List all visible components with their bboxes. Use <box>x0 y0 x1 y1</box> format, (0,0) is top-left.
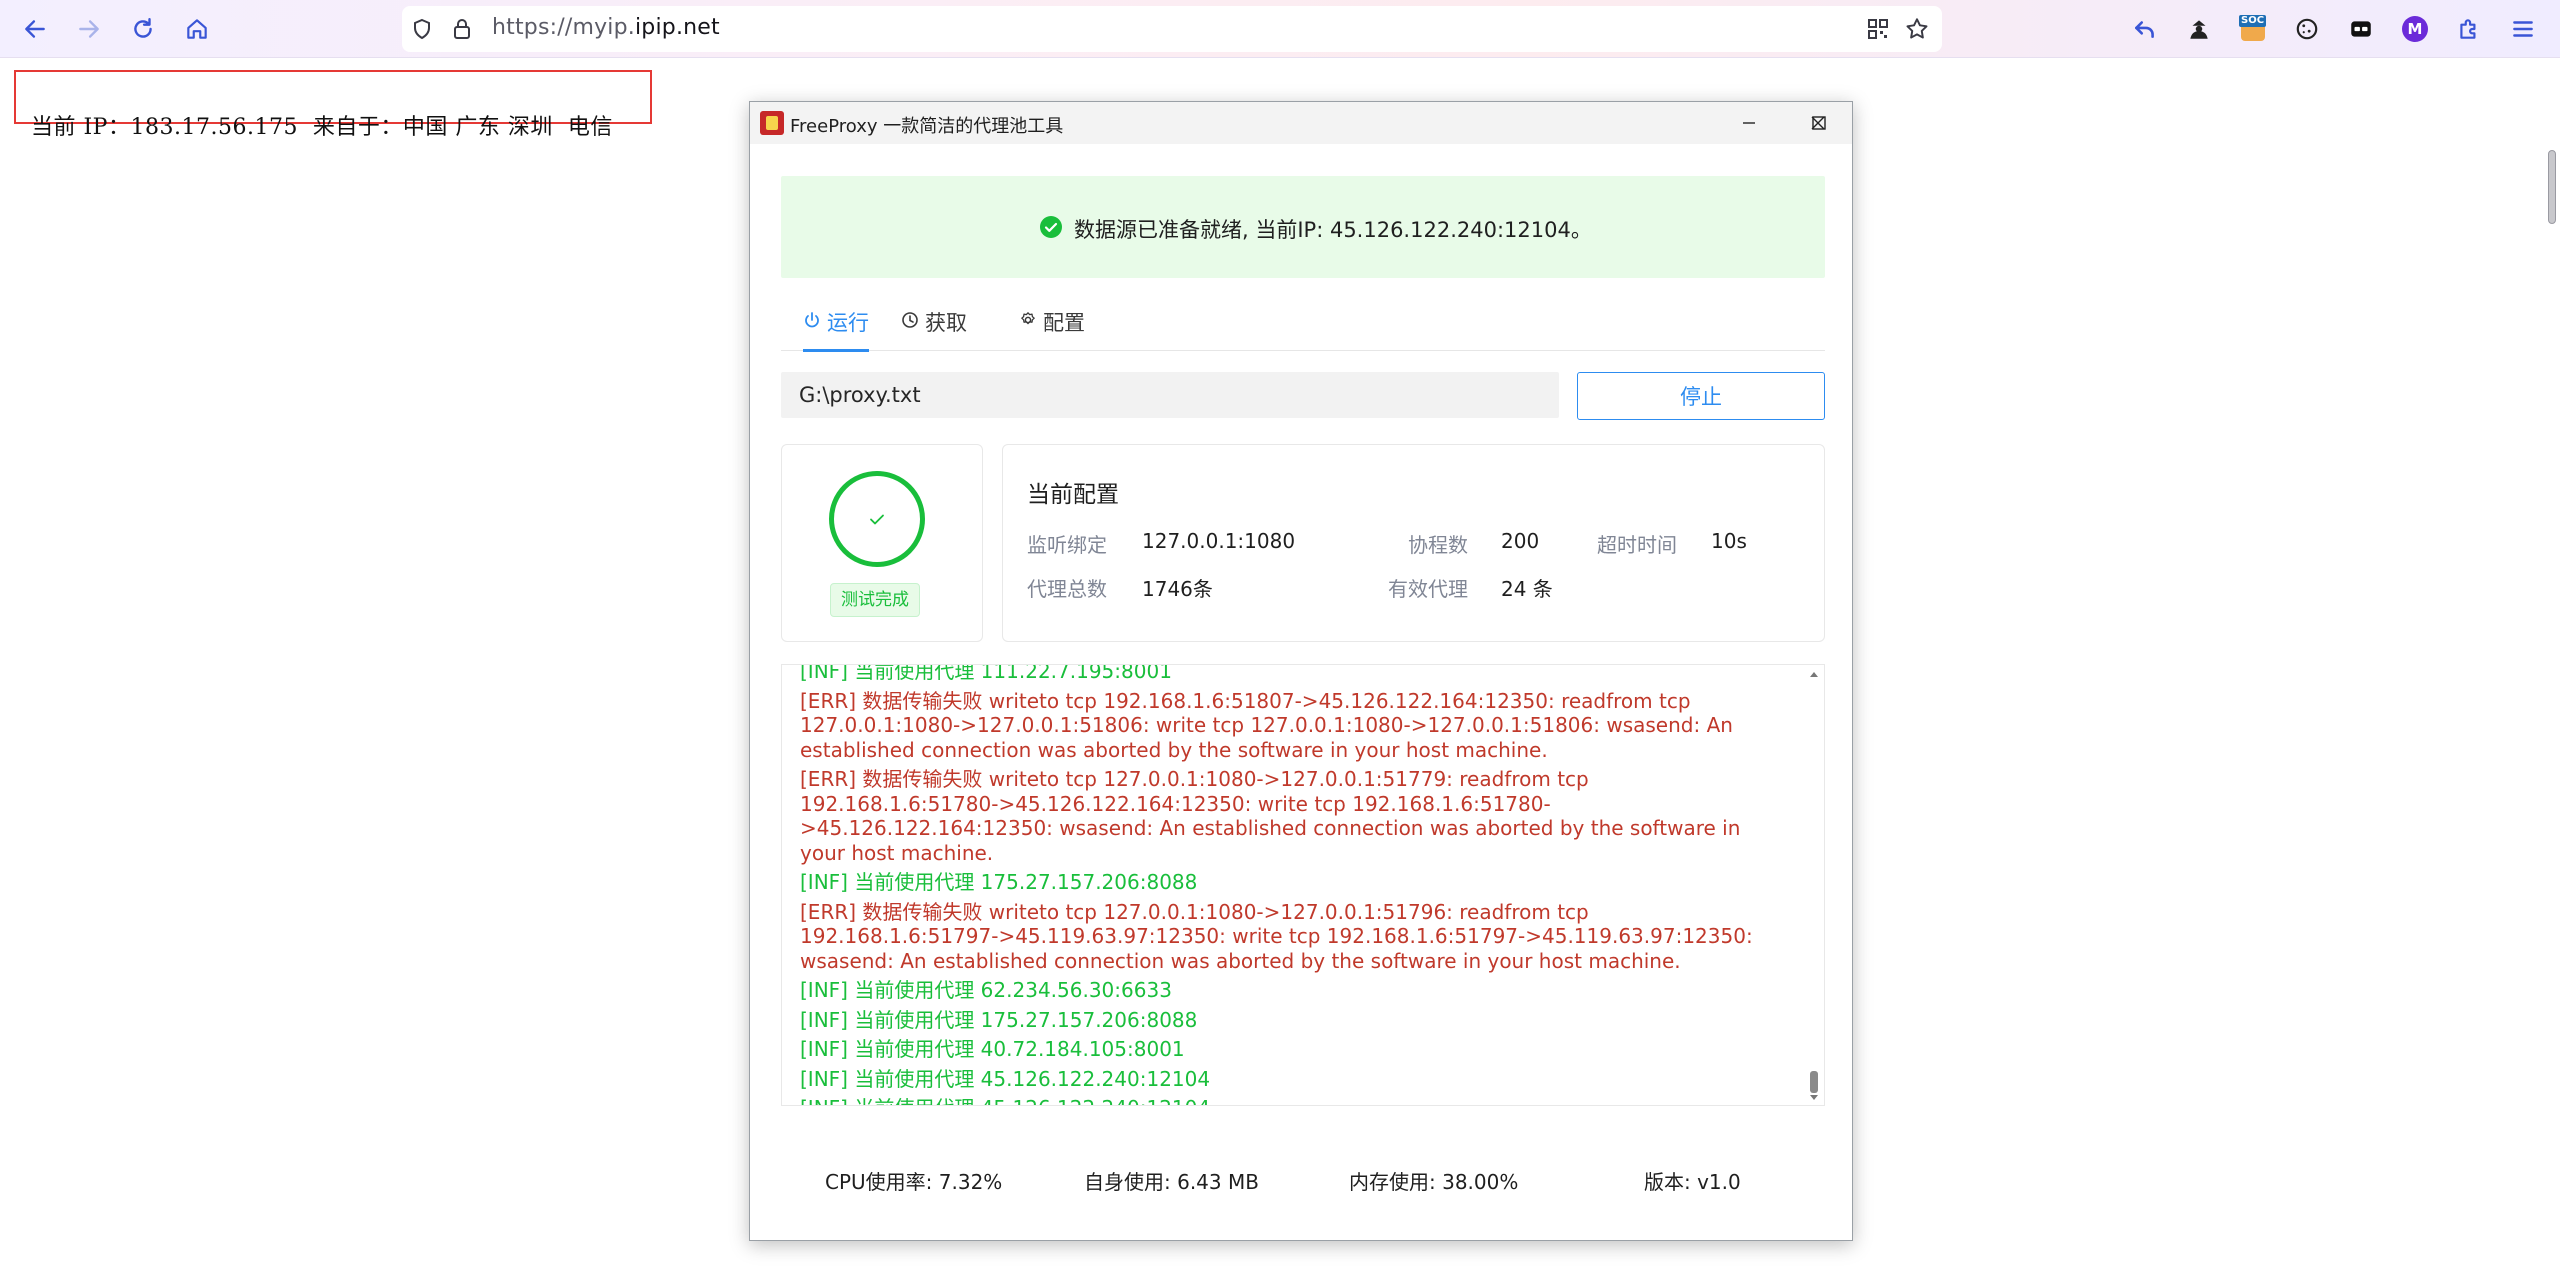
minimize-button[interactable] <box>1714 102 1784 144</box>
test-status-card: 测试完成 <box>781 444 983 642</box>
close-icon <box>1811 116 1825 130</box>
status-alert: 数据源已准备就绪, 当前IP: 45.126.122.240:12104。 <box>781 176 1825 278</box>
log-line: [INF] 当前使用代理 40.72.184.105:8001 <box>800 1037 1185 1061</box>
reload-button[interactable] <box>124 10 162 48</box>
tab-run[interactable]: 运行 <box>803 307 869 352</box>
valid-label: 有效代理 <box>1388 577 1468 601</box>
soc-extension-icon[interactable]: SOC <box>2236 12 2270 46</box>
log-line: [ERR] 数据传输失败 writeto tcp 192.168.1.6:518… <box>800 688 1733 762</box>
ip-info-text: 当前 IP：183.17.56.175 来自于：中国 广东 深圳 电信 <box>31 115 613 140</box>
home-button[interactable] <box>178 10 216 48</box>
home-icon <box>187 19 207 39</box>
cookie-extension-icon[interactable] <box>2290 12 2324 46</box>
memory-usage: 内存使用: 38.00% <box>1349 1170 1519 1194</box>
window-titlebar[interactable]: FreeProxy 一款简洁的代理池工具 <box>750 102 1852 144</box>
back-button[interactable] <box>16 10 54 48</box>
gear-icon <box>1021 312 1035 325</box>
shield-icon[interactable] <box>410 17 434 41</box>
forward-icon <box>79 20 99 38</box>
total-value: 1746条 <box>1142 577 1213 601</box>
url-text[interactable]: https://myip.ipip.net <box>492 15 720 40</box>
back-icon <box>25 20 45 38</box>
check-icon <box>870 514 884 525</box>
lock-icon[interactable] <box>450 17 474 41</box>
log-line: [INF] 当前使用代理 45.126.122.240:12104 <box>800 1066 1211 1091</box>
stop-button[interactable]: 停止 <box>1577 372 1825 420</box>
log-line: [INF] 当前使用代理 175.27.157.206:8088 <box>800 870 1198 894</box>
page-scrollbar-thumb[interactable] <box>2548 150 2556 224</box>
glasses-extension-icon[interactable] <box>2344 12 2378 46</box>
tab-config-label: 配置 <box>1043 311 1085 335</box>
tab-run-label: 运行 <box>827 311 869 335</box>
config-title: 当前配置 <box>1027 482 1119 508</box>
close-button[interactable] <box>1783 102 1853 144</box>
total-label: 代理总数 <box>1027 577 1107 601</box>
log-line: [ERR] 数据传输失败 writeto tcp 127.0.0.1:1080-… <box>800 899 1753 973</box>
ip-info-box: 当前 IP：183.17.56.175 来自于：中国 广东 深圳 电信 <box>14 70 652 140</box>
power-icon <box>805 312 819 328</box>
coroutines-value: 200 <box>1501 529 1540 553</box>
url-prefix: https://myip. <box>492 15 635 40</box>
forward-button[interactable] <box>70 10 108 48</box>
log-line: [ERR] 数据传输失败 writeto tcp 127.0.0.1:1080-… <box>800 767 1741 865</box>
browser-toolbar: https://myip.ipip.net SOC M <box>0 0 2560 58</box>
menu-hamburger-icon[interactable] <box>2506 12 2540 46</box>
url-domain: ipip.net <box>634 15 720 40</box>
log-line: [INF] 当前使用代理 45.126.122.240:12104 <box>800 1096 1790 1105</box>
tab-bar: 运行 获取 配置 <box>781 297 1825 352</box>
log-panel[interactable]: [INF] 当前使用代理 111.22.7.195:8001 [ERR] 数据传输… <box>781 664 1825 1106</box>
success-check-icon <box>1040 216 1062 238</box>
scroll-down-arrow-icon[interactable] <box>1808 1093 1820 1103</box>
log-line: [INF] 当前使用代理 62.234.56.30:6633 <box>800 978 1172 1002</box>
listen-value: 127.0.0.1:1080 <box>1142 529 1296 553</box>
qr-code-icon[interactable] <box>1866 17 1890 41</box>
current-config-card: 当前配置 监听绑定 127.0.0.1:1080 协程数 200 超时时间 10… <box>1002 444 1825 642</box>
log-list: [INF] 当前使用代理 111.22.7.195:8001 [ERR] 数据传输… <box>800 664 1790 1105</box>
spy-extension-icon[interactable] <box>2182 12 2216 46</box>
freeproxy-window: FreeProxy 一款简洁的代理池工具 数据源已准备就绪, 当前IP: 45.… <box>749 101 1853 1241</box>
app-logo-icon <box>760 111 784 135</box>
timeout-value: 10s <box>1711 529 1747 553</box>
scroll-up-arrow-icon[interactable] <box>1808 669 1820 679</box>
profile-avatar[interactable]: M <box>2398 12 2432 46</box>
profile-initial: M <box>2402 16 2428 42</box>
log-scrollbar-thumb[interactable] <box>1810 1071 1818 1093</box>
log-line: [INF] 当前使用代理 175.27.157.206:8088 <box>800 1007 1198 1032</box>
minimize-icon <box>1743 122 1755 124</box>
clock-icon <box>902 312 918 328</box>
valid-value: 24 条 <box>1501 577 1553 601</box>
status-tag: 测试完成 <box>830 583 920 617</box>
soc-badge: SOC <box>2239 15 2267 27</box>
log-line: [INF] 当前使用代理 111.22.7.195:8001 <box>800 664 1172 683</box>
alert-message: 数据源已准备就绪, 当前IP: 45.126.122.240:12104。 <box>1074 218 1592 242</box>
window-title: FreeProxy 一款简洁的代理池工具 <box>790 116 1064 137</box>
undo-extension-icon[interactable] <box>2128 12 2162 46</box>
self-memory-usage: 自身使用: 6.43 MB <box>1084 1170 1259 1194</box>
listen-label: 监听绑定 <box>1027 533 1107 557</box>
proxy-file-path-input[interactable]: G:\proxy.txt <box>781 372 1559 418</box>
cpu-usage: CPU使用率: 7.32% <box>825 1170 1003 1194</box>
tab-fetch[interactable]: 获取 <box>901 307 967 351</box>
bookmark-star-icon[interactable] <box>1904 16 1930 42</box>
url-bar[interactable]: https://myip.ipip.net <box>402 6 1942 52</box>
tab-config[interactable]: 配置 <box>1019 307 1085 351</box>
app-version: 版本: v1.0 <box>1644 1170 1741 1194</box>
timeout-label: 超时时间 <box>1597 533 1677 557</box>
extensions-puzzle-icon[interactable] <box>2452 12 2486 46</box>
coroutines-label: 协程数 <box>1408 533 1468 557</box>
status-ring <box>829 471 925 567</box>
reload-icon <box>134 18 152 38</box>
tab-fetch-label: 获取 <box>925 311 967 335</box>
